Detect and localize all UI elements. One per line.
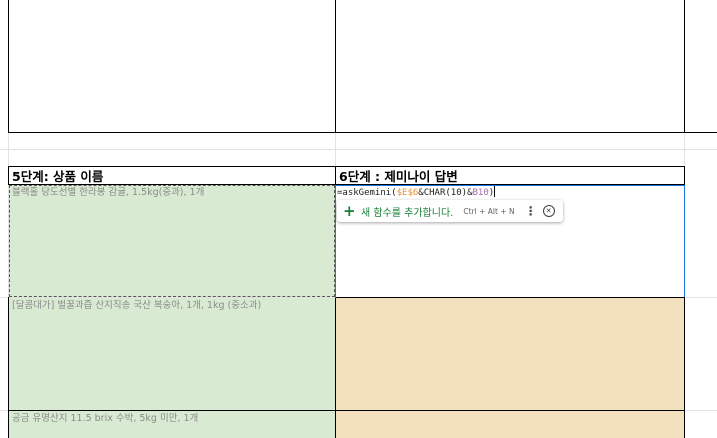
product-cell[interactable]: [달콤대가] 벌꿀과즙 산지직송 국산 복숭아, 1개, 1kg (중소과) <box>9 298 335 410</box>
formula-ref-b10: B10 <box>472 188 489 198</box>
product-name: 공금 유명산지 11.5 brix 수박, 5kg 미만, 1개 <box>12 413 199 424</box>
add-function-suggestion[interactable]: + 새 함수를 추가합니다. Ctrl + Alt + N ⋮ ✕ <box>337 200 563 222</box>
answer-cell[interactable] <box>336 298 684 410</box>
cell-border <box>8 297 9 438</box>
cell-border <box>335 298 336 438</box>
cell-border <box>8 410 685 411</box>
answer-cell[interactable] <box>336 411 684 438</box>
plus-icon[interactable]: + <box>343 204 356 219</box>
keyboard-shortcut: Ctrl + Alt + N <box>463 206 515 216</box>
text-cursor <box>494 186 496 197</box>
formula-ref-e6: $E$6 <box>396 188 419 198</box>
header-cell-step6[interactable]: 6단계 : 제미나이 답변 <box>336 167 684 184</box>
header-border <box>684 166 685 185</box>
copy-selection-marquee <box>9 185 335 297</box>
formula-editor[interactable]: =askGemini($E$6&CHAR(10)&B10) <box>337 186 496 199</box>
cell-border <box>335 0 336 133</box>
cell-border <box>8 0 9 133</box>
product-cell[interactable]: 공금 유명산지 11.5 brix 수박, 5kg 미만, 1개 <box>9 411 335 438</box>
formula-mid: &CHAR(10)& <box>418 188 473 198</box>
add-function-label[interactable]: 새 함수를 추가합니다. <box>361 204 453 219</box>
product-name: [달콤대가] 벌꿀과즙 산지직송 국산 복숭아, 1개, 1kg (중소과) <box>12 300 262 311</box>
cell-border <box>684 298 685 438</box>
more-vert-icon[interactable]: ⋮ <box>525 204 537 218</box>
close-circle-icon[interactable]: ✕ <box>542 205 555 217</box>
formula-prefix: =askGemini( <box>337 188 397 198</box>
cell-border <box>684 0 685 133</box>
cell-border <box>8 132 717 133</box>
cell-border <box>336 297 685 298</box>
header-cell-step5[interactable]: 5단계: 상품 이름 <box>9 167 335 184</box>
row-gridline <box>0 149 717 150</box>
